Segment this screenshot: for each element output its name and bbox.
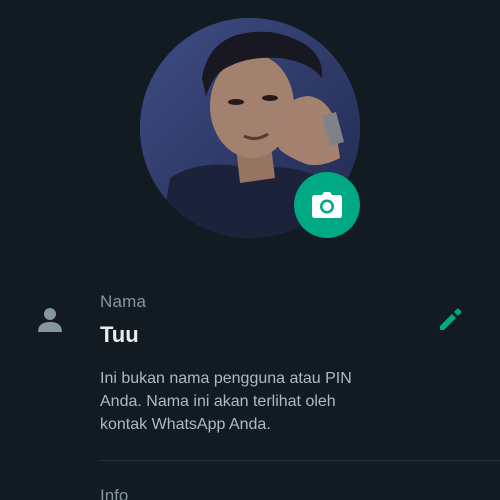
name-hint-text: Ini bukan nama pengguna atau PIN Anda. N…	[100, 367, 430, 436]
hint-line: Ini bukan nama pengguna atau PIN	[100, 370, 352, 387]
info-label[interactable]: Info	[100, 486, 128, 500]
profile-photo-container	[140, 18, 360, 238]
section-divider	[100, 460, 500, 461]
pencil-icon[interactable]	[436, 306, 464, 334]
profile-screen: Nama Tuu Ini bukan nama pengguna atau PI…	[0, 0, 500, 500]
person-icon	[38, 308, 62, 332]
change-photo-button[interactable]	[294, 172, 360, 238]
hint-line: Anda. Nama ini akan terlihat oleh	[100, 393, 336, 410]
hint-line: kontak WhatsApp Anda.	[100, 416, 271, 433]
camera-icon	[312, 192, 342, 218]
name-value[interactable]: Tuu	[100, 322, 139, 348]
name-label: Nama	[100, 292, 147, 311]
